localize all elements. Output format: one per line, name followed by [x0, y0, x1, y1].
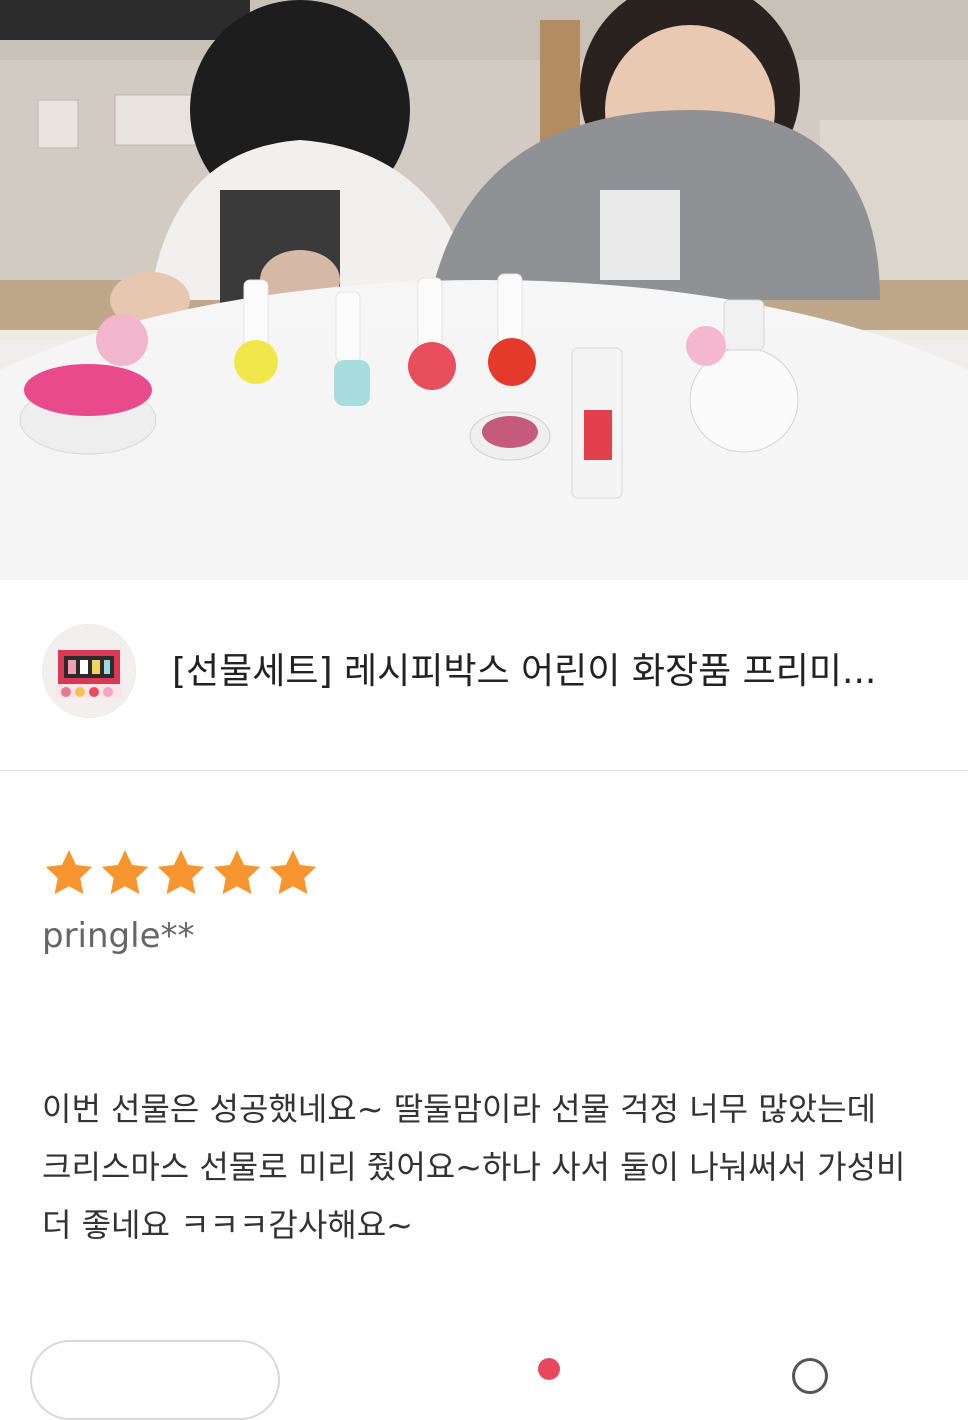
share-icon[interactable] — [792, 1358, 828, 1394]
section-divider — [0, 770, 968, 771]
star-icon — [213, 850, 261, 895]
review-photo[interactable] — [0, 0, 968, 580]
review-text-line: 크리스마스 선물로 미리 줬어요~하나 사서 둘이 나눠써서 가성비 — [42, 1148, 906, 1186]
helpful-button[interactable] — [30, 1340, 280, 1420]
product-gift-set-icon — [56, 650, 122, 698]
reviewer-name: pringle** — [42, 916, 195, 956]
product-title[interactable]: [선물세트] 레시피박스 어린이 화장품 프리미... — [172, 650, 932, 694]
review-photo-illustration — [0, 0, 968, 580]
star-icon — [269, 850, 317, 895]
review-text: 이번 선물은 성공했네요~ 딸둘맘이라 선물 걱정 너무 많았는데 크리스마스 … — [42, 1080, 932, 1254]
star-icon — [101, 850, 149, 895]
heart-icon[interactable] — [538, 1358, 560, 1380]
rating-stars — [42, 846, 320, 902]
review-text-line: 이번 선물은 성공했네요~ 딸둘맘이라 선물 걱정 너무 많았는데 — [42, 1090, 877, 1128]
product-thumbnail[interactable] — [42, 624, 136, 718]
star-icon — [45, 850, 93, 895]
review-text-line: 더 좋네요 ㅋㅋㅋ감사해요~ — [42, 1206, 413, 1244]
star-icon — [157, 850, 205, 895]
product-row[interactable]: [선물세트] 레시피박스 어린이 화장품 프리미... — [0, 580, 968, 770]
